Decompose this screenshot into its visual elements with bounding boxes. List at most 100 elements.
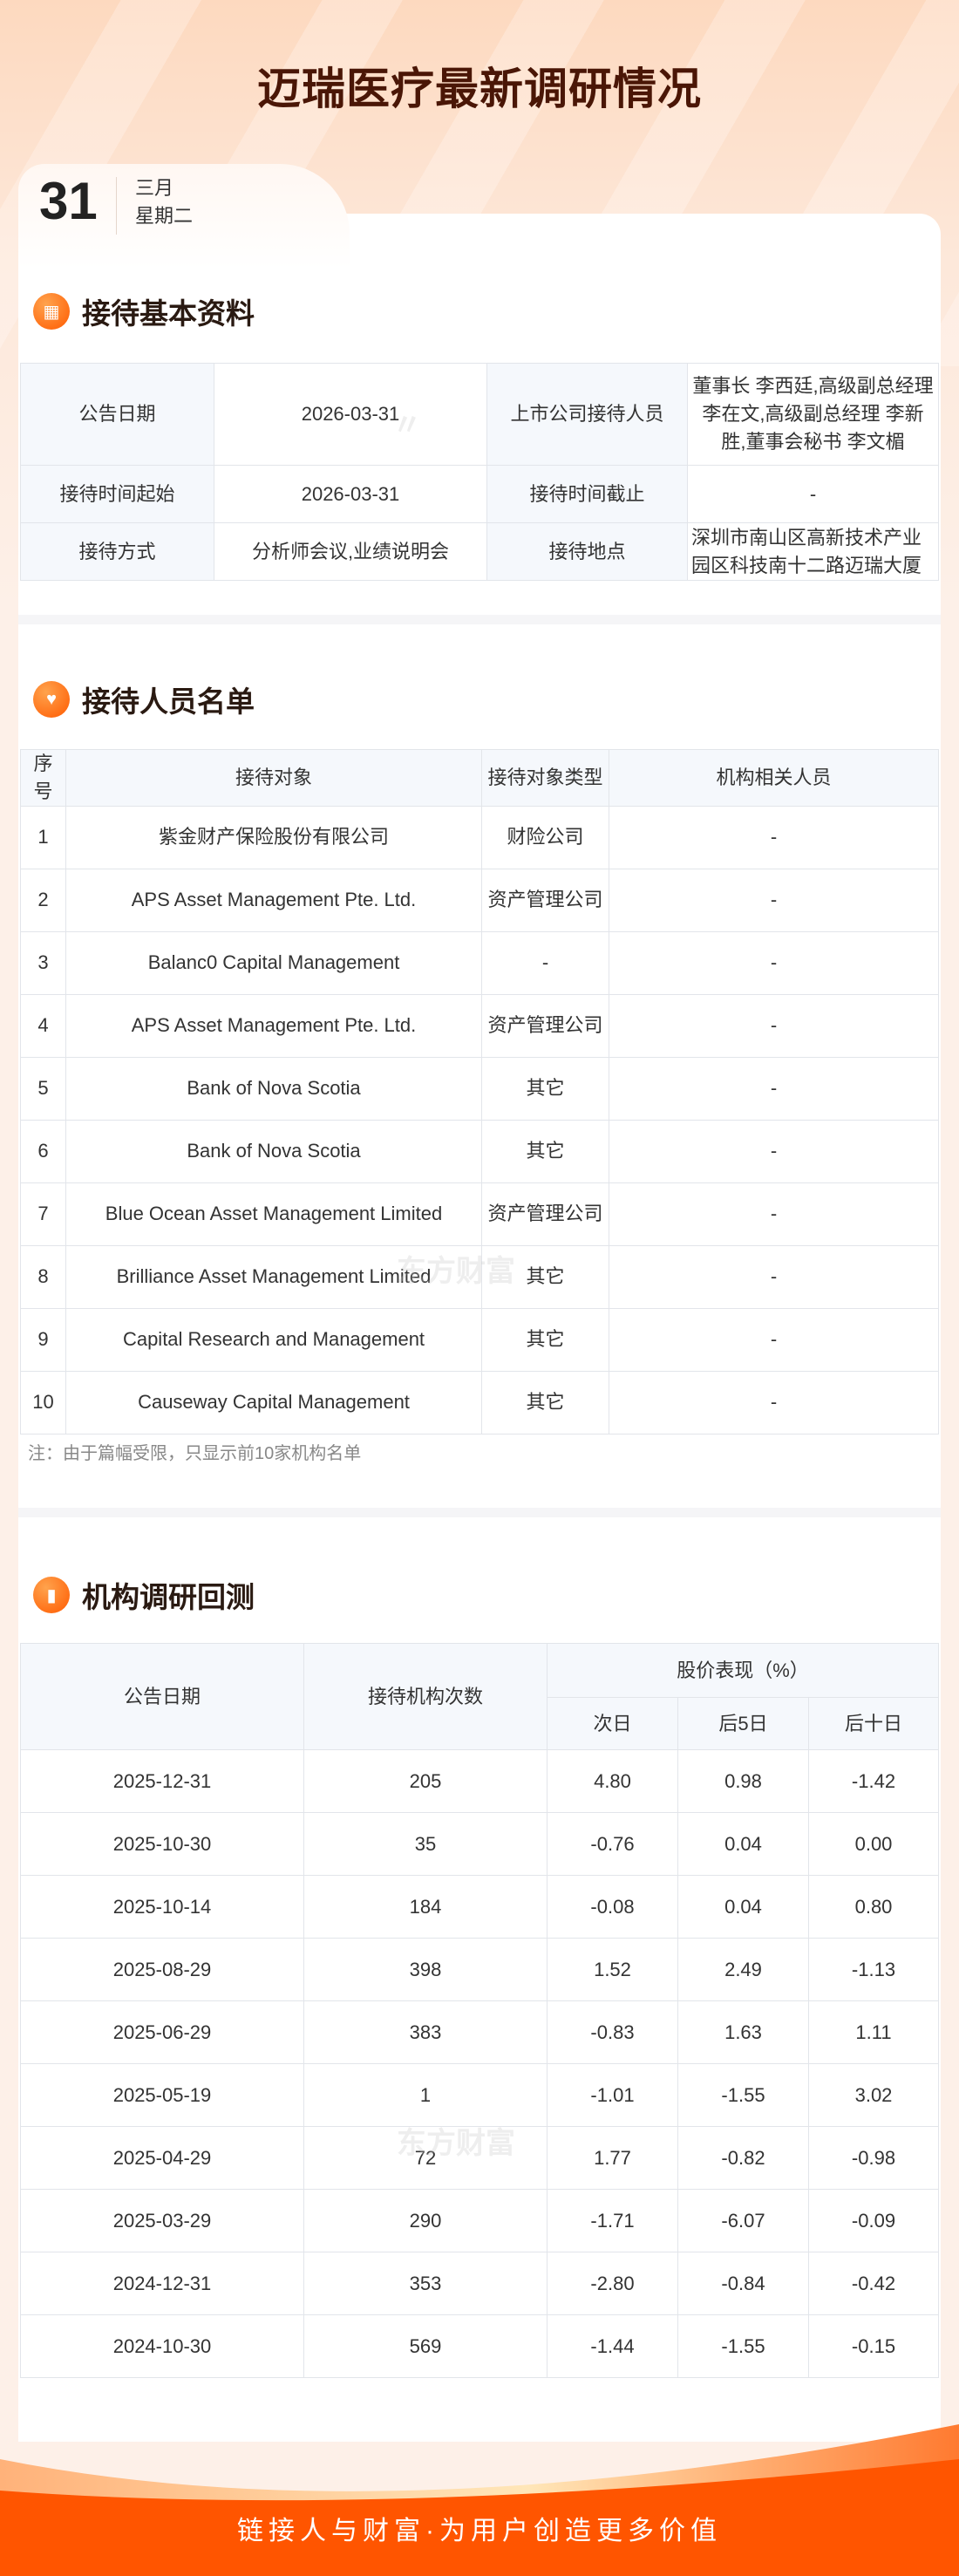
5-day-change: -1.55 xyxy=(677,2314,809,2378)
next-day-change: -0.83 xyxy=(547,2000,678,2064)
visitor-name: Bank of Nova Scotia xyxy=(65,1119,482,1183)
5-day-change: 0.04 xyxy=(677,1812,809,1876)
table-row: 5 Bank of Nova Scotia 其它 - xyxy=(20,1056,939,1121)
5-day-change: 1.63 xyxy=(677,2000,809,2064)
section-backtest-header: ▮ 机构调研回测 xyxy=(33,1574,255,1616)
visitor-type: - xyxy=(481,930,609,995)
table-row: 2025-04-29 72 1.77 -0.82 -0.98 xyxy=(20,2126,940,2190)
visitor-type: 资产管理公司 xyxy=(481,868,609,932)
row-index: 5 xyxy=(20,1056,66,1121)
table-row: 2025-03-29 290 -1.71 -6.07 -0.09 xyxy=(20,2189,940,2252)
row-index: 2 xyxy=(20,868,66,932)
row-index: 9 xyxy=(20,1307,66,1372)
visitor-name: 紫金财产保险股份有限公司 xyxy=(65,805,482,869)
header-5-days: 后5日 xyxy=(677,1697,809,1750)
visitor-type: 财险公司 xyxy=(481,805,609,869)
5-day-change: -0.82 xyxy=(677,2126,809,2190)
table-row: 2025-10-14 184 -0.08 0.04 0.80 xyxy=(20,1875,940,1939)
announce-date: 2025-12-31 xyxy=(20,1749,304,1813)
related-persons: - xyxy=(609,930,939,995)
visit-count: 383 xyxy=(303,2000,548,2064)
info-label: 接待时间起始 xyxy=(20,465,214,523)
5-day-change: -1.55 xyxy=(677,2063,809,2127)
table-row: 2 APS Asset Management Pte. Ltd. 资产管理公司 - xyxy=(20,868,939,932)
5-day-change: 0.98 xyxy=(677,1749,809,1813)
page-title: 迈瑞医疗最新调研情况 xyxy=(257,65,702,113)
5-day-change: -0.84 xyxy=(677,2252,809,2315)
info-value: 2026-03-31 xyxy=(214,363,487,466)
table-row: 7 Blue Ocean Asset Management Limited 资产管理… xyxy=(20,1182,939,1246)
next-day-change: 1.77 xyxy=(547,2126,678,2190)
basic-info-table: 公告日期 2026-03-31 上市公司接待人员 董事长 李西廷,高级副总经理 李在文… xyxy=(20,363,939,581)
table-row: 10 Causeway Capital Management 其它 - xyxy=(20,1370,939,1435)
visit-count: 205 xyxy=(303,1749,548,1813)
10-day-change: 0.00 xyxy=(807,1812,940,1876)
table-row: 3 Balanc0 Capital Management - - xyxy=(20,930,939,995)
10-day-change: -0.15 xyxy=(807,2314,940,2378)
10-day-change: -1.42 xyxy=(807,1749,940,1813)
5-day-change: -6.07 xyxy=(677,2189,809,2252)
visit-count: 398 xyxy=(303,1938,548,2001)
next-day-change: -0.08 xyxy=(547,1875,678,1939)
section-title: 接待基本资料 xyxy=(82,297,255,330)
table-row: 2025-06-29 383 -0.83 1.63 1.11 xyxy=(20,2000,940,2064)
footer-slogan: 链接人与财富·为用户创造更多价值 xyxy=(237,2517,722,2545)
table-row: 6 Bank of Nova Scotia 其它 - xyxy=(20,1119,939,1183)
announce-date: 2025-03-29 xyxy=(20,2189,304,2252)
related-persons: - xyxy=(609,1307,939,1372)
table-row: 2025-05-19 1 -1.01 -1.55 3.02 xyxy=(20,2063,940,2127)
section-title: 机构调研回测 xyxy=(82,1581,255,1613)
10-day-change: 0.80 xyxy=(807,1875,940,1939)
visitor-type: 资产管理公司 xyxy=(481,1182,609,1246)
related-persons: - xyxy=(609,805,939,869)
grid-icon: ▦ xyxy=(33,293,70,330)
table-row: 2025-08-29 398 1.52 2.49 -1.13 xyxy=(20,1938,940,2001)
visitor-name: Blue Ocean Asset Management Limited xyxy=(65,1182,482,1246)
visitor-type: 其它 xyxy=(481,1307,609,1372)
10-day-change: 3.02 xyxy=(807,2063,940,2127)
visitor-name: Balanc0 Capital Management xyxy=(65,930,482,995)
row-index: 6 xyxy=(20,1119,66,1183)
announce-date: 2025-10-30 xyxy=(20,1812,304,1876)
column-header: 接待对象 xyxy=(65,749,482,807)
table-row: 2025-10-30 35 -0.76 0.04 0.00 xyxy=(20,1812,940,1876)
announce-date: 2024-12-31 xyxy=(20,2252,304,2315)
table-row: 2025-12-31 205 4.80 0.98 -1.42 xyxy=(20,1749,940,1813)
date-weekday: 星期二 xyxy=(135,205,194,227)
announce-date: 2024-10-30 xyxy=(20,2314,304,2378)
table-row: 2024-10-30 569 -1.44 -1.55 -0.15 xyxy=(20,2314,940,2378)
section-divider xyxy=(18,1508,941,1517)
next-day-change: -1.44 xyxy=(547,2314,678,2378)
visitor-name: APS Asset Management Pte. Ltd. xyxy=(65,868,482,932)
visit-count: 184 xyxy=(303,1875,548,1939)
info-value: 2026-03-31 xyxy=(214,465,487,523)
info-value: 分析师会议,业绩说明会 xyxy=(214,522,487,581)
announce-date: 2025-05-19 xyxy=(20,2063,304,2127)
visitor-name: Brilliance Asset Management Limited xyxy=(65,1244,482,1309)
info-value: 深圳市南山区高新技术产业园区科技南十二路迈瑞大厦 xyxy=(687,522,939,581)
info-label: 上市公司接待人员 xyxy=(486,363,688,466)
next-day-change: 4.80 xyxy=(547,1749,678,1813)
info-value: 董事长 李西廷,高级副总经理 李在文,高级副总经理 李新胜,董事会秘书 李文楣 xyxy=(687,363,939,466)
10-day-change: -0.09 xyxy=(807,2189,940,2252)
row-index: 1 xyxy=(20,805,66,869)
next-day-change: -0.76 xyxy=(547,1812,678,1876)
list-note: 注：由于篇幅受限，只显示前10家机构名单 xyxy=(28,1444,362,1463)
related-persons: - xyxy=(609,993,939,1058)
visit-count: 353 xyxy=(303,2252,548,2315)
section-title: 接待人员名单 xyxy=(82,685,255,718)
section-visitors-header: ♥ 接待人员名单 xyxy=(33,678,255,720)
related-persons: - xyxy=(609,1244,939,1309)
section-divider xyxy=(18,615,941,624)
visitor-name: Bank of Nova Scotia xyxy=(65,1056,482,1121)
table-row: 4 APS Asset Management Pte. Ltd. 资产管理公司 - xyxy=(20,993,939,1058)
table-row: 8 Brilliance Asset Management Limited 其它 - xyxy=(20,1244,939,1309)
handshake-icon: ♥ xyxy=(33,681,70,718)
header-date: 公告日期 xyxy=(20,1643,304,1750)
info-row: 接待方式 分析师会议,业绩说明会 接待地点 深圳市南山区高新技术产业园区科技南十二路迈… xyxy=(20,522,939,581)
column-header: 机构相关人员 xyxy=(609,749,939,807)
header-10-days: 后十日 xyxy=(807,1697,940,1750)
column-header: 序号 xyxy=(20,749,66,807)
next-day-change: -1.01 xyxy=(547,2063,678,2127)
visitor-type: 其它 xyxy=(481,1056,609,1121)
